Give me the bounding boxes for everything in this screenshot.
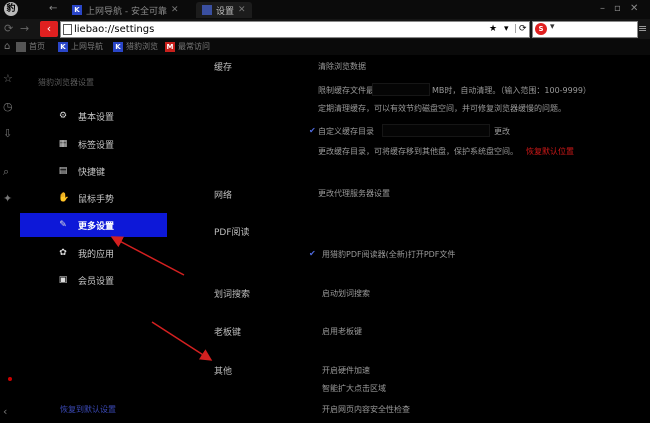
arrow-to-more-settings	[110, 236, 185, 276]
arrow-to-other-section	[151, 321, 213, 361]
annotation-arrows	[110, 236, 213, 361]
